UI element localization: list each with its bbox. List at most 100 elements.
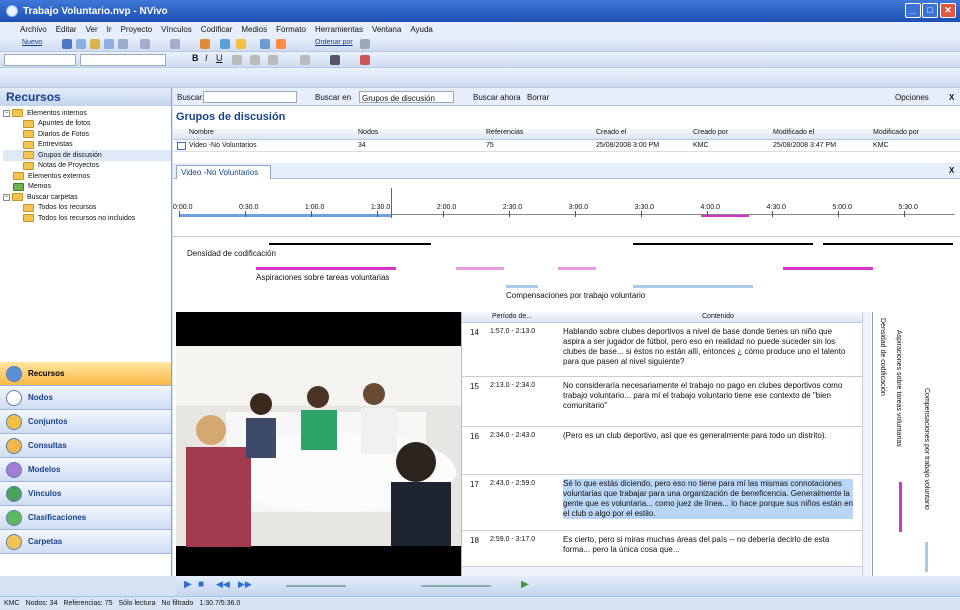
new-button[interactable]: Nuevo — [22, 39, 42, 46]
menu-formato[interactable]: Formato — [276, 25, 306, 34]
menu-vinculos[interactable]: Vínculos — [161, 25, 192, 34]
nav-sources[interactable]: Recursos — [0, 362, 171, 386]
tree-item-interviews[interactable]: Entrevistas — [3, 140, 171, 151]
playhead[interactable] — [391, 188, 392, 218]
coding-icon[interactable] — [200, 39, 210, 49]
grid-row[interactable]: 16 2:34.0 - 2:43.0 (Pero es un club deport… — [462, 427, 862, 475]
close-window-button[interactable]: ✕ — [940, 3, 956, 18]
indent-icon[interactable] — [300, 55, 310, 65]
font-select[interactable] — [80, 54, 166, 66]
save-icon[interactable] — [62, 39, 72, 49]
volume-slider[interactable] — [286, 585, 346, 587]
col-created[interactable]: Creado el — [596, 129, 626, 136]
copy-icon[interactable] — [76, 39, 86, 49]
menu-ayuda[interactable]: Ayuda — [410, 25, 433, 34]
collapse-icon[interactable]: − — [3, 109, 10, 117]
col-nodes[interactable]: Nodos — [358, 129, 378, 136]
search-in-select[interactable]: Grupos de discusión — [359, 91, 454, 103]
stripe-aspirations-3[interactable] — [558, 267, 596, 270]
menu-codificar[interactable]: Codificar — [201, 25, 233, 34]
nav-models[interactable]: Modelos — [0, 458, 171, 482]
video-player[interactable] — [176, 312, 461, 576]
timeline[interactable]: 0:00.0 0:30.0 1:00.0 1:30.0 2:00.0 2:30.0 3:00… — [173, 184, 960, 232]
search-now-button[interactable]: Buscar ahora — [473, 93, 521, 102]
nav-queries[interactable]: Consultas — [0, 434, 171, 458]
tree-item-photo-notes[interactable]: Apuntes de fotos — [3, 119, 171, 130]
tree-memos[interactable]: Memos — [3, 182, 171, 193]
tab-video[interactable]: Video -No Voluntarios — [176, 165, 271, 179]
grid-scrollbar[interactable] — [862, 312, 871, 576]
view-icon[interactable] — [260, 39, 270, 49]
list-icon[interactable] — [140, 39, 150, 49]
options-button[interactable]: Opciones — [895, 93, 929, 102]
menu-proyecto[interactable]: Proyecto — [121, 25, 153, 34]
find-input[interactable] — [203, 91, 297, 103]
collapse-icon[interactable]: − — [3, 193, 10, 201]
menu-ir[interactable]: Ir — [107, 25, 112, 34]
bold-button[interactable]: B — [192, 53, 199, 63]
grid-row[interactable]: 18 2:59.0 - 3:17.0 Es cierto, pero si mira… — [462, 531, 862, 567]
close-find-button[interactable]: X — [949, 93, 954, 102]
nav-folders[interactable]: Carpetas — [0, 530, 171, 554]
nav-links[interactable]: Vínculos — [0, 482, 171, 506]
align-left-icon[interactable] — [232, 55, 242, 65]
stripe-compensation[interactable] — [506, 285, 538, 288]
close-tab-button[interactable]: X — [949, 166, 954, 175]
maximize-button[interactable]: □ — [922, 3, 938, 18]
tree-item-photo-diaries[interactable]: Diarios de Fotos — [3, 129, 171, 140]
underline-button[interactable]: U — [216, 53, 223, 63]
nav-sets[interactable]: Conjuntos — [0, 410, 171, 434]
menu-editar[interactable]: Editar — [56, 25, 77, 34]
align-right-icon[interactable] — [268, 55, 278, 65]
clear-button[interactable]: Borrar — [527, 93, 549, 102]
stripe-aspirations-4[interactable] — [783, 267, 873, 270]
tree-search-folders[interactable]: − Buscar carpetas — [3, 192, 171, 203]
menu-medios[interactable]: Medios — [241, 25, 267, 34]
speed-slider[interactable] — [421, 585, 491, 587]
sort-by-button[interactable]: Ordenar por — [315, 39, 353, 46]
stripe-compensation-2[interactable] — [633, 285, 753, 288]
tree-item-project-notes[interactable]: Notas de Proyectos — [3, 161, 171, 172]
search-in-button[interactable]: Buscar en — [315, 93, 351, 102]
minimize-button[interactable]: _ — [905, 3, 921, 18]
tree-all-unincluded[interactable]: Todos los recursos no incluidos — [3, 213, 171, 224]
query-icon[interactable] — [220, 39, 230, 49]
vertical-stripe[interactable] — [925, 542, 928, 572]
link-icon[interactable] — [170, 39, 180, 49]
play-button[interactable]: ▶ — [184, 579, 192, 590]
print-icon[interactable] — [104, 39, 114, 49]
menu-herramientas[interactable]: Herramientas — [315, 25, 363, 34]
grid-row[interactable]: 15 2:13.0 - 2:34.0 No consideraría necesar… — [462, 377, 862, 427]
nav-nodes[interactable]: Nodos — [0, 386, 171, 410]
paste-icon[interactable] — [90, 39, 100, 49]
find-icon[interactable] — [330, 55, 340, 65]
align-center-icon[interactable] — [250, 55, 260, 65]
tree-internal-sources[interactable]: − Elementos internos — [3, 108, 171, 119]
play-mode-icon[interactable]: ▶ — [521, 579, 529, 590]
undo-icon[interactable] — [118, 39, 128, 49]
menu-ventana[interactable]: Ventana — [372, 25, 401, 34]
rewind-button[interactable]: ◀◀ — [216, 579, 230, 590]
col-modified-by[interactable]: Modificado por — [873, 129, 919, 136]
layout-icon[interactable] — [360, 39, 370, 49]
italic-button[interactable]: I — [205, 53, 208, 63]
col-references[interactable]: Referencias — [486, 129, 523, 136]
stop-button[interactable]: ■ — [198, 579, 204, 590]
tree-external[interactable]: Elementos externos — [3, 171, 171, 182]
menu-archivo[interactable]: Archivo — [20, 25, 47, 34]
stripe-aspirations-2[interactable] — [456, 267, 504, 270]
vertical-stripe[interactable] — [899, 482, 902, 532]
col-modified[interactable]: Modificado el — [773, 129, 814, 136]
grid-row-selected[interactable]: 17 2:43.0 - 2:59.0 Sé lo que estás diciend… — [462, 475, 862, 531]
style-select[interactable] — [4, 54, 76, 66]
tree-all-sources[interactable]: Todos los recursos — [3, 203, 171, 214]
col-name[interactable]: Nombre — [189, 129, 214, 136]
grid-h-scrollbar[interactable] — [462, 566, 862, 576]
col-created-by[interactable]: Creado por — [693, 129, 728, 136]
menu-ver[interactable]: Ver — [86, 25, 98, 34]
tree-item-focus-groups[interactable]: Grupos de discusión — [3, 150, 171, 161]
spell-icon[interactable] — [360, 55, 370, 65]
col-content[interactable]: Contenido — [702, 313, 734, 320]
grid-row[interactable]: 14 1:57.0 - 2:13.0 Hablando sobre clubes d… — [462, 323, 862, 377]
nav-classifications[interactable]: Clasificaciones — [0, 506, 171, 530]
